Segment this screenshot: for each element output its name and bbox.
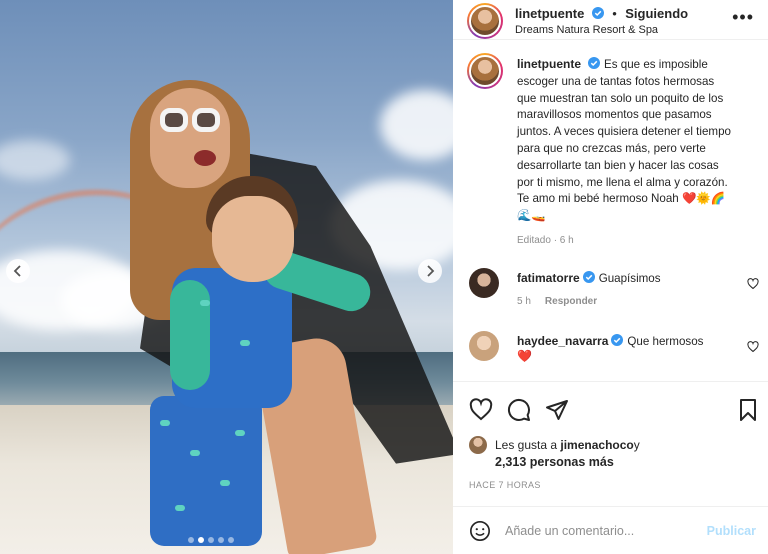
likes-prefix: Les gusta a	[495, 438, 558, 452]
save-bookmark-icon[interactable]	[736, 398, 760, 422]
chevron-left-icon	[13, 265, 21, 277]
dino-print	[220, 480, 230, 486]
comment-text: Que hermosos	[627, 335, 704, 348]
more-options-icon[interactable]: •••	[732, 8, 754, 26]
like-comment-heart-icon[interactable]	[747, 278, 759, 290]
carousel-dot	[208, 537, 214, 543]
carousel-dot	[218, 537, 224, 543]
add-comment-bar: Publicar	[453, 506, 768, 554]
likes-count[interactable]: 2,313 personas más	[495, 455, 614, 469]
next-image-button[interactable]	[418, 259, 442, 283]
post-side-panel: linetpuente • Siguiendo Dreams Natura Re…	[453, 0, 768, 554]
woman-mouth	[194, 150, 216, 166]
author-avatar[interactable]	[467, 3, 503, 39]
caption-meta: Editado · 6 h	[517, 234, 574, 246]
post-header: linetpuente • Siguiendo Dreams Natura Re…	[453, 0, 768, 40]
dino-print	[160, 420, 170, 426]
kid-face	[212, 196, 294, 282]
previous-image-button[interactable]	[6, 259, 30, 283]
dino-print	[175, 505, 185, 511]
comment-time: 5 h	[517, 296, 531, 307]
post-timestamp[interactable]: HACE 7 HORAS	[469, 480, 541, 490]
verified-badge-icon	[588, 57, 601, 69]
comment-username[interactable]: fatimatorre	[517, 271, 580, 285]
carousel-dot	[198, 537, 204, 543]
comment-username[interactable]: haydee_navarra	[517, 334, 608, 348]
kid-sleeve	[170, 280, 210, 390]
comment-avatar[interactable]	[469, 268, 499, 298]
caption-avatar[interactable]	[467, 53, 503, 89]
carousel-dots	[188, 537, 234, 543]
chevron-right-icon	[427, 265, 435, 277]
kid-shorts	[150, 396, 262, 546]
comments-scroll-area[interactable]: linetpuente Es que es imposible escoger u…	[453, 41, 768, 381]
verified-badge-icon	[611, 334, 624, 346]
woman-face	[150, 88, 230, 188]
separator-dot: •	[612, 6, 617, 21]
comment-bubble-icon[interactable]	[507, 398, 531, 422]
verified-badge-icon	[582, 271, 595, 283]
comment-text-line-2: ❤️	[517, 349, 532, 363]
comment-text: Guapísimos	[598, 272, 661, 285]
share-send-icon[interactable]	[545, 398, 569, 422]
dino-print	[235, 430, 245, 436]
post-photo[interactable]	[0, 0, 453, 554]
following-button[interactable]: Siguiendo	[625, 6, 688, 21]
sunglasses	[160, 108, 222, 134]
likes-suffix: y	[633, 438, 640, 452]
caption-username[interactable]: linetpuente	[517, 57, 581, 71]
cloud	[380, 90, 453, 160]
comment-input[interactable]	[505, 521, 695, 541]
reply-button[interactable]: Responder	[545, 296, 597, 307]
likes-summary: Les gusta a jimenachoco y	[469, 436, 640, 454]
post-actions: Les gusta a jimenachoco y 2,313 personas…	[453, 381, 768, 503]
dino-print	[190, 450, 200, 456]
publish-button[interactable]: Publicar	[707, 524, 756, 538]
liker-avatar[interactable]	[469, 436, 487, 454]
location-link[interactable]: Dreams Natura Resort & Spa	[515, 24, 658, 36]
caption: linetpuente Es que es imposible escoger u…	[517, 56, 735, 250]
like-comment-heart-icon[interactable]	[747, 341, 759, 353]
carousel-dot	[228, 537, 234, 543]
author-username[interactable]: linetpuente	[515, 6, 584, 21]
comment-avatar[interactable]	[469, 331, 499, 361]
verified-badge-icon	[591, 7, 604, 19]
liker-username[interactable]: jimenachoco	[560, 438, 633, 452]
dino-print	[240, 340, 250, 346]
caption-text: Es que es imposible escoger una de tanta…	[517, 58, 731, 223]
cloud	[0, 140, 70, 180]
emoji-icon[interactable]	[469, 520, 491, 542]
dino-print	[200, 300, 210, 306]
carousel-dot	[188, 537, 194, 543]
like-heart-icon[interactable]	[469, 398, 493, 422]
